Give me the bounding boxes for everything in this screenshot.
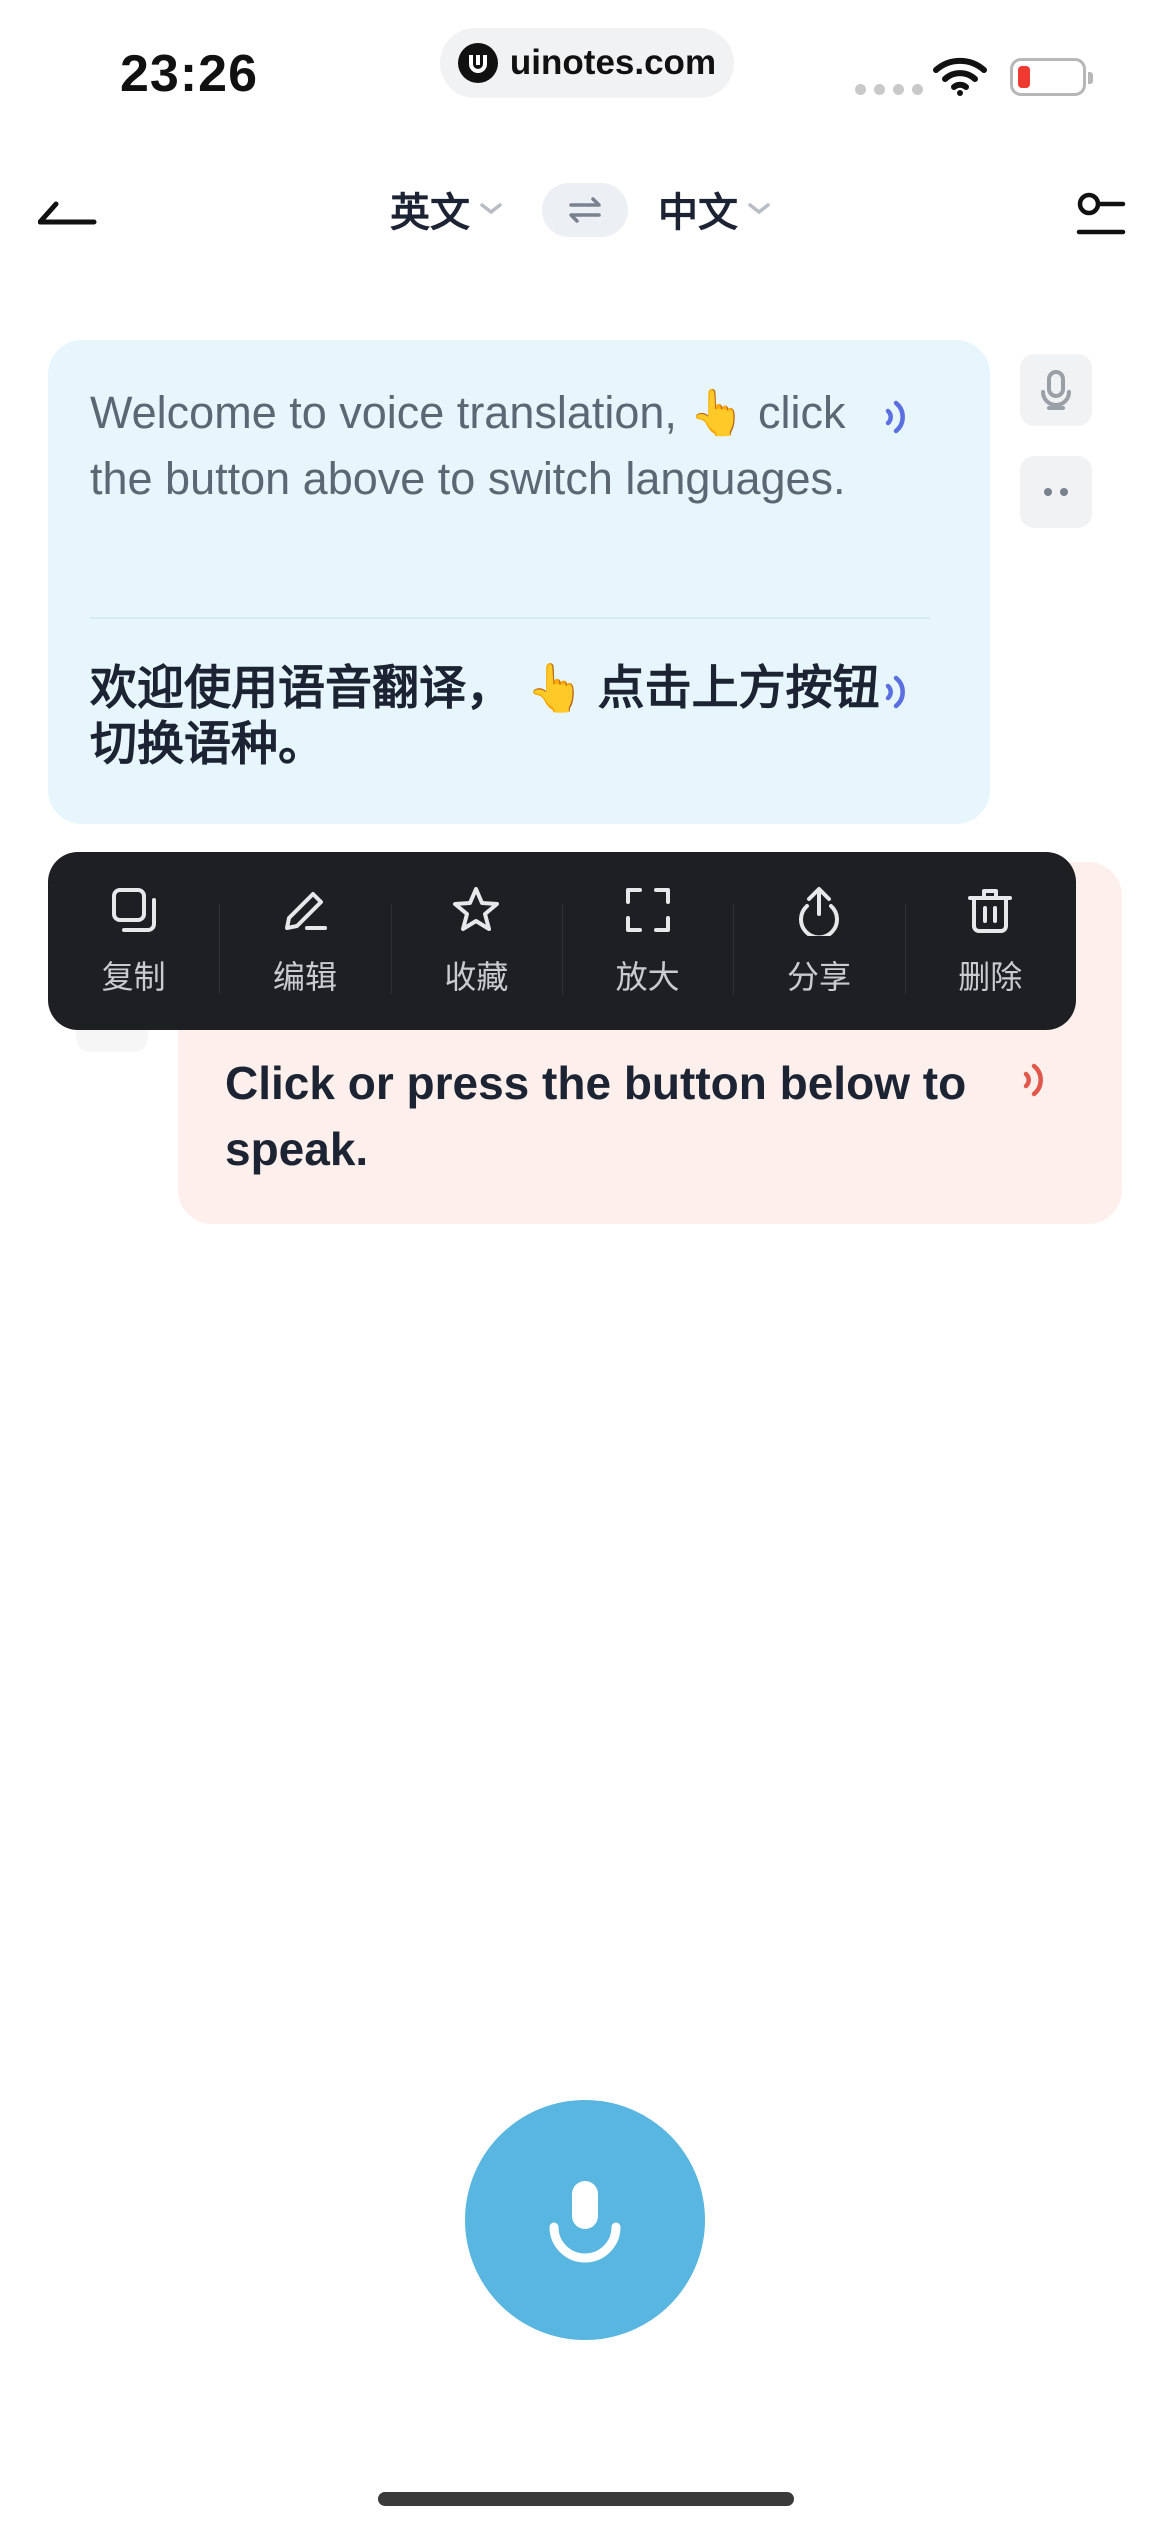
url-text: uinotes.com (509, 43, 717, 82)
play-source-icon[interactable] (880, 395, 916, 444)
target-language-label: 中文 (658, 191, 738, 235)
record-mic-button[interactable] (465, 2100, 705, 2340)
speak-prompt-text: Click or press the button below to speak… (225, 1057, 967, 1175)
source-language-select[interactable]: 英文 (390, 180, 504, 238)
swap-language-button[interactable] (542, 183, 628, 237)
battery-icon (1010, 58, 1093, 96)
more-dots-icon (1044, 488, 1068, 496)
expand-button[interactable]: 放大 (561, 884, 733, 998)
share-label: 分享 (786, 959, 851, 995)
chevron-down-icon (480, 203, 502, 215)
share-button[interactable]: 分享 (733, 884, 904, 998)
swap-icon (569, 197, 601, 223)
edit-icon (284, 892, 327, 930)
chevron-down-icon (748, 203, 770, 215)
star-icon (453, 887, 500, 931)
more-options-button[interactable] (1020, 456, 1092, 528)
favorite-label: 收藏 (444, 959, 509, 995)
signal-icon (855, 84, 923, 95)
copy-button[interactable]: 复制 (48, 884, 219, 998)
target-language-select[interactable]: 中文 (658, 180, 772, 238)
settings-icon[interactable] (1075, 192, 1127, 245)
site-logo-icon (457, 43, 498, 83)
translated-text: 欢迎使用语音翻译， 👆 点击上方按钮切换语种。 (90, 661, 880, 770)
side-mic-button[interactable] (1020, 354, 1092, 426)
url-pill[interactable]: uinotes.com (440, 28, 734, 98)
trash-icon (968, 889, 1013, 933)
expand-label: 放大 (615, 959, 680, 995)
edit-label: 编辑 (272, 959, 337, 995)
context-menu: 复制 编辑 收藏 放大 分享 删除 (48, 852, 1076, 1030)
delete-label: 删除 (958, 959, 1023, 995)
share-icon (799, 887, 839, 936)
mic-icon (1041, 370, 1071, 410)
favorite-button[interactable]: 收藏 (390, 884, 562, 998)
source-text: Welcome to voice translation, 👆 click th… (90, 387, 846, 504)
home-indicator (378, 2492, 794, 2506)
source-language-label: 英文 (390, 191, 470, 235)
wifi-icon (932, 56, 988, 101)
copy-label: 复制 (101, 959, 166, 995)
card-divider (90, 617, 930, 619)
copy-icon (111, 888, 156, 932)
microphone-icon (549, 2181, 621, 2263)
play-translation-icon[interactable] (880, 670, 916, 719)
edit-button[interactable]: 编辑 (219, 884, 390, 998)
expand-icon (625, 888, 670, 932)
delete-button[interactable]: 删除 (904, 884, 1076, 998)
status-time: 23:26 (120, 45, 258, 103)
play-prompt-icon[interactable] (1018, 1058, 1054, 1107)
back-icon[interactable] (37, 196, 98, 231)
